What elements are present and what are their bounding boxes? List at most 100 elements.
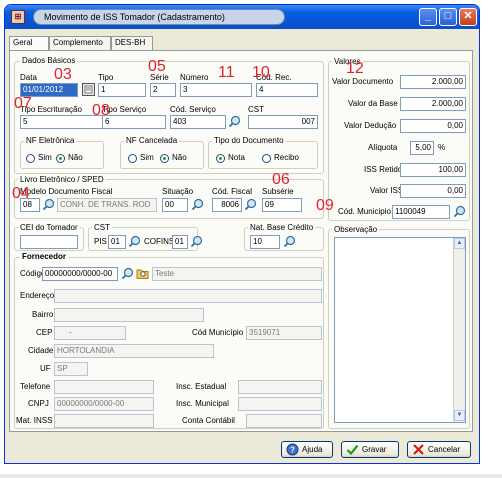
iss-retido-field[interactable]: 100,00 (400, 163, 466, 177)
cst-group-title: CST (92, 223, 112, 233)
cod-fiscal-field[interactable]: 8006 (212, 198, 242, 212)
nat-base-credito-field[interactable]: 10 (250, 235, 280, 249)
valor-documento-field[interactable]: 2.000,00 (400, 75, 466, 89)
valor-documento-label: Valor Documento (332, 77, 394, 86)
close-button[interactable]: ✕ (459, 8, 477, 26)
calendar-icon[interactable] (82, 83, 95, 96)
search-icon[interactable] (453, 205, 466, 218)
modelo-documento-desc-field: CONH. DE TRANS. ROD (57, 198, 157, 212)
cod-servico-field[interactable]: 403 (170, 115, 226, 129)
insc-estadual-label: Insc. Estadual (176, 382, 227, 391)
cod-servico-label: Cód. Serviço (170, 105, 216, 114)
insc-municipal-label: Insc. Municipal (176, 399, 229, 408)
tipo-servico-field[interactable]: 6 (102, 115, 166, 129)
nf-cancelada-sim-radio[interactable] (128, 154, 137, 163)
valor-base-field[interactable]: 2.000,00 (400, 97, 466, 111)
annotation-10: 10 (252, 64, 270, 81)
tipo-documento-nota-label: Nota (228, 153, 245, 162)
pis-label: PIS (94, 237, 107, 246)
cofins-field[interactable]: 01 (172, 235, 188, 249)
mat-inss-field (54, 414, 154, 428)
search-icon[interactable] (191, 198, 204, 211)
app-icon[interactable]: ⊞ (11, 10, 25, 24)
tipo-documento-recibo-radio[interactable] (262, 154, 271, 163)
minimize-button[interactable]: _ (419, 8, 437, 26)
search-icon[interactable] (42, 198, 55, 211)
cancelar-label: Cancelar (428, 445, 461, 454)
tab-des-bh[interactable]: DES-BH (111, 36, 153, 50)
insc-estadual-field (238, 380, 322, 394)
scroll-up-icon[interactable]: ▲ (454, 238, 465, 249)
nf-cancelada-nao-radio[interactable] (160, 154, 169, 163)
valor-iss-label: Valor ISS (370, 186, 404, 195)
situacao-field[interactable]: 00 (162, 198, 188, 212)
cancelar-button[interactable]: Cancelar (407, 441, 471, 458)
annotation-06: 06 (272, 171, 290, 188)
tipo-documento-nota-radio[interactable] (216, 154, 225, 163)
tab-panel-geral: Dados Básicos Data 01/01/2012 Tipo 1 Sér… (9, 50, 473, 432)
cst-field[interactable]: 007 (248, 115, 318, 129)
bottom-strip (0, 474, 502, 478)
subserie-field[interactable]: 09 (262, 198, 302, 212)
search-icon[interactable] (190, 235, 203, 248)
valor-deducao-field[interactable]: 0,00 (400, 119, 466, 133)
svg-text:?: ? (290, 446, 295, 455)
search-icon[interactable] (244, 198, 257, 211)
cod-fiscal-label: Cód. Fiscal (212, 187, 253, 196)
aliquota-unit: % (438, 143, 446, 152)
pis-field[interactable]: 01 (108, 235, 126, 249)
search-icon[interactable] (128, 235, 141, 248)
cnpj-field: 00000000/0000-00 (54, 397, 154, 411)
aliquota-field[interactable]: 5,00 (410, 141, 434, 155)
livro-eletronico-title: Livro Eletrônico / SPED (18, 175, 106, 185)
cancel-x-icon (413, 444, 424, 455)
search-icon[interactable] (228, 115, 241, 128)
annotation-03: 03 (54, 66, 72, 83)
valores-cod-municipio-label: Cód. Municipio (338, 207, 391, 216)
tipo-label: Tipo (98, 73, 114, 82)
observacao-scrollbar[interactable]: ▲ ▼ (453, 238, 465, 422)
cod-rec-field[interactable]: 4 (256, 83, 318, 97)
data-label: Data (20, 73, 37, 82)
fornecedor-title: Fornecedor (20, 252, 69, 262)
conta-contabil-label: Conta Contábil (182, 416, 235, 425)
serie-field[interactable]: 2 (150, 83, 176, 97)
numero-field[interactable]: 3 (180, 83, 252, 97)
search-icon[interactable] (121, 267, 134, 280)
nf-eletronica-nao-radio[interactable] (56, 154, 65, 163)
mat-inss-label: Mat. INSS (16, 416, 53, 425)
window-title: Movimento de ISS Tomador (Cadastramento) (33, 9, 285, 25)
cei-field[interactable] (20, 235, 78, 249)
endereco-label: Endereço (20, 291, 55, 300)
fornecedor-codigo-field[interactable]: 00000000/0000-00 (42, 267, 118, 281)
observacao-textarea[interactable] (334, 237, 466, 423)
tab-complemento[interactable]: Complemento (49, 36, 111, 50)
tipo-field[interactable]: 1 (98, 83, 146, 97)
numero-label: Número (180, 73, 209, 82)
search-icon[interactable] (283, 235, 296, 248)
annotation-07: 07 (14, 95, 32, 112)
scroll-down-icon[interactable]: ▼ (454, 410, 465, 421)
valor-iss-field[interactable]: 0,00 (400, 184, 466, 198)
modelo-documento-label: Modelo Documento Fiscal (20, 187, 113, 196)
insc-municipal-field (238, 397, 322, 411)
cod-municipio-label: Cód Município (192, 328, 244, 337)
title-bar: ⊞ Movimento de ISS Tomador (Cadastrament… (5, 5, 479, 29)
help-icon: ? (286, 443, 299, 456)
checkmark-icon (346, 444, 359, 456)
valor-deducao-label: Valor Dedução (344, 121, 397, 130)
aliquota-label: Alíquota (368, 143, 398, 152)
folder-search-icon[interactable] (136, 267, 149, 280)
valores-cod-municipio-field[interactable]: 1100049 (392, 205, 450, 219)
tipo-documento-title: Tipo do Documento (212, 136, 286, 146)
maximize-button[interactable]: □ (439, 8, 457, 26)
bairro-field (54, 308, 204, 322)
tab-geral[interactable]: Geral (9, 36, 49, 51)
gravar-button[interactable]: Gravar (341, 441, 399, 458)
nf-eletronica-sim-radio[interactable] (26, 154, 35, 163)
cofins-label: COFINS (144, 237, 175, 246)
observacao-title: Observação (332, 225, 380, 235)
cnpj-label: CNPJ (28, 399, 49, 408)
ajuda-button[interactable]: ? Ajuda (281, 441, 333, 458)
fornecedor-nome-field: Teste (152, 267, 322, 281)
